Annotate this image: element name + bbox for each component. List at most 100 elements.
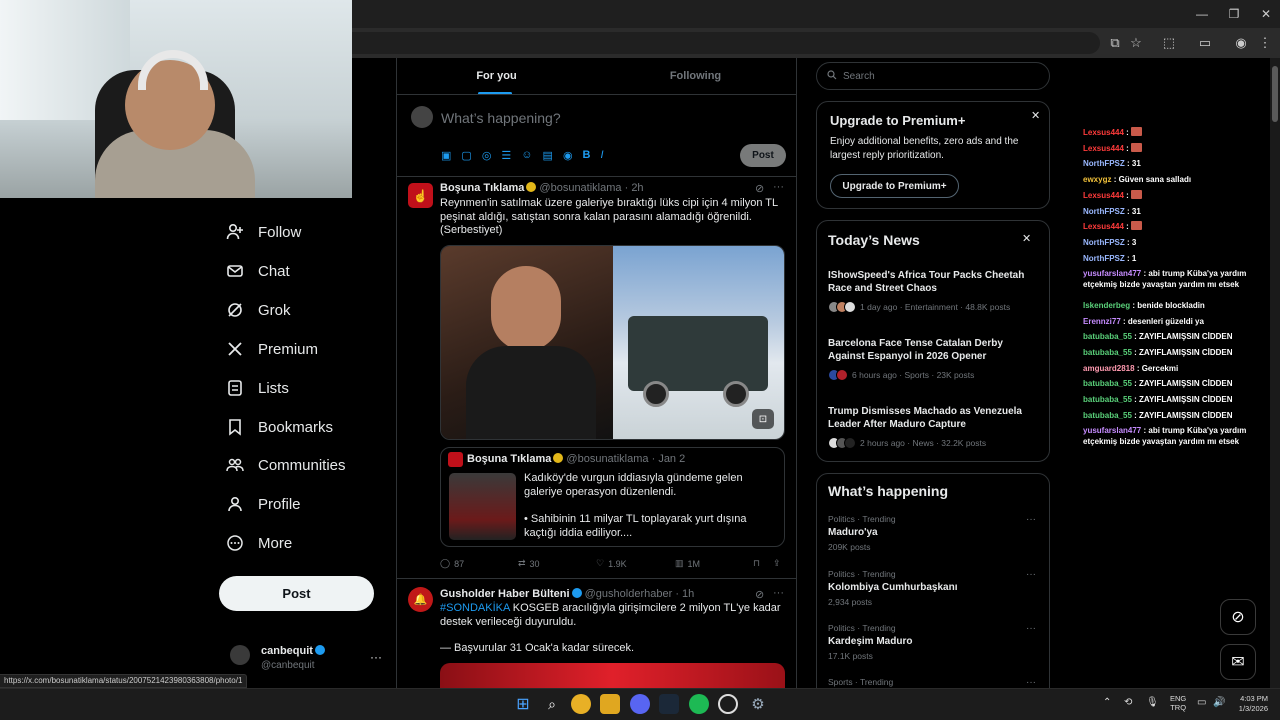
close-icon[interactable]: ✕	[1022, 232, 1031, 245]
nav-label: Bookmarks	[258, 418, 334, 436]
language-indicator[interactable]: ENG TRQ	[1170, 694, 1186, 712]
tweet-handle[interactable]: @gusholderhaber	[585, 588, 673, 600]
nav-grok[interactable]: Grok	[226, 295, 291, 325]
media-photo-left[interactable]	[441, 246, 613, 439]
composer-input[interactable]: What’s happening?	[441, 110, 561, 126]
italic-icon[interactable]: I	[601, 149, 604, 162]
emoji-icon[interactable]: ☺	[521, 149, 532, 162]
tab-for-you[interactable]: For you	[397, 58, 596, 94]
messages-float-button[interactable]: ✉	[1220, 644, 1256, 680]
post-button[interactable]: Post	[219, 576, 374, 611]
tweet-author[interactable]: Gusholder Haber Bülteni	[440, 588, 570, 600]
trend-name[interactable]: Kolombiya Cumhurbaşkanı	[828, 582, 957, 593]
network-icon[interactable]: ▭	[1197, 697, 1206, 708]
extensions-icon[interactable]: ⬚	[1160, 34, 1178, 52]
trend-more-icon[interactable]: ···	[1026, 569, 1036, 580]
search-input[interactable]: Search	[816, 62, 1050, 90]
chat-message: NorthFPSZ : 31	[1083, 206, 1263, 217]
grok-image-icon[interactable]: ⊡	[752, 409, 774, 429]
tweet-avatar[interactable]: 🔔	[408, 587, 433, 612]
tweet-time[interactable]: · 1h	[675, 588, 694, 600]
poll-icon[interactable]: ☰	[501, 149, 511, 162]
microphone-icon[interactable]: 🎙	[1146, 697, 1159, 708]
avatar[interactable]	[230, 645, 250, 665]
trend-more-icon[interactable]: ···	[1026, 677, 1036, 688]
close-icon[interactable]: ✕	[1031, 109, 1040, 122]
windows-start-icon[interactable]: ⊞	[513, 694, 533, 714]
tweet-author[interactable]: Boşuna Tıklama	[440, 182, 524, 194]
tweet-media[interactable]	[440, 663, 785, 688]
composer-post-button[interactable]: Post	[740, 144, 786, 167]
tab-following[interactable]: Following	[596, 58, 795, 94]
views-action[interactable]: ▥ 1M	[675, 558, 700, 569]
reply-action[interactable]: ◯ 87	[440, 558, 464, 569]
nav-label: Lists	[258, 379, 289, 397]
trend-more-icon[interactable]: ···	[1026, 514, 1036, 525]
grok-icon[interactable]: ◎	[482, 149, 492, 162]
tweet-media[interactable]: ⊡	[440, 245, 785, 440]
location-icon[interactable]: ◉	[563, 149, 573, 162]
repost-action[interactable]: ⇄ 30	[518, 558, 540, 569]
profile-avatar-icon[interactable]: ◉	[1232, 34, 1250, 52]
bold-icon[interactable]: B	[583, 149, 591, 162]
trend-name[interactable]: Maduro'ya	[828, 527, 878, 538]
schedule-icon[interactable]: ▤	[543, 149, 553, 162]
search-icon[interactable]: ⌕	[542, 694, 562, 714]
trend-posts: 2,934 posts	[828, 597, 872, 607]
add-user-icon	[226, 223, 244, 241]
trend-name[interactable]: Kardeşim Maduro	[828, 636, 912, 647]
grok-icon[interactable]: ⊘	[755, 588, 764, 601]
clock[interactable]: 4:03 PM 1/3/2026	[1232, 694, 1268, 714]
tweet-handle[interactable]: @bosunatiklama	[539, 182, 621, 194]
grok-float-button[interactable]: ⊘	[1220, 599, 1256, 635]
upgrade-premium-button[interactable]: Upgrade to Premium+	[830, 174, 959, 198]
scrollbar-thumb[interactable]	[1272, 66, 1278, 122]
minimize-button[interactable]: —	[1190, 6, 1214, 22]
nav-chat[interactable]: Chat	[226, 256, 290, 286]
nav-premium[interactable]: Premium	[226, 334, 318, 364]
nav-communities[interactable]: Communities	[226, 450, 346, 480]
bookmark-star-icon[interactable]: ☆	[1127, 34, 1145, 52]
grok-icon[interactable]: ⊘	[755, 182, 764, 195]
spotify-icon[interactable]	[689, 694, 709, 714]
settings-icon[interactable]: ⚙	[748, 694, 768, 714]
page-scrollbar[interactable]	[1270, 58, 1280, 688]
account-menu-icon[interactable]: ···	[370, 650, 382, 664]
chat-text: : Gercekmi	[1134, 363, 1179, 373]
bookmark-icon: ⊓	[753, 558, 761, 568]
nav-bookmarks[interactable]: Bookmarks	[226, 412, 333, 442]
nav-profile[interactable]: Profile	[226, 489, 301, 519]
restore-button[interactable]: ❐	[1222, 6, 1246, 22]
steam-icon[interactable]	[659, 694, 679, 714]
like-action[interactable]: ♡ 1.9K	[596, 558, 627, 569]
clock-time: 4:03 PM	[1240, 694, 1268, 703]
share-action[interactable]: ⇪	[773, 558, 781, 569]
trend-more-icon[interactable]: ···	[1026, 623, 1036, 634]
sync-icon[interactable]: ⟲	[1124, 697, 1132, 708]
news-item-title[interactable]: Trump Dismisses Machado as Venezuela Lea…	[828, 405, 1033, 431]
nav-more[interactable]: More	[226, 528, 292, 558]
sidepanel-icon[interactable]: ▭	[1196, 34, 1214, 52]
gif-icon[interactable]: ▢	[461, 149, 471, 162]
file-explorer-icon[interactable]	[600, 694, 620, 714]
tweet-avatar[interactable]: ☝	[408, 183, 433, 208]
address-bar[interactable]	[352, 32, 1100, 54]
image-icon[interactable]: ▣	[441, 149, 451, 162]
tweet-more-icon[interactable]: ···	[773, 181, 784, 193]
tray-chevron-icon[interactable]: ⌃	[1103, 697, 1111, 708]
install-app-icon[interactable]: ⧉	[1106, 34, 1124, 52]
nav-lists[interactable]: Lists	[226, 373, 289, 403]
news-item-title[interactable]: Barcelona Face Tense Catalan Derby Again…	[828, 337, 1033, 363]
tweet-time[interactable]: · 2h	[625, 182, 644, 194]
tweet-more-icon[interactable]: ···	[773, 587, 784, 599]
nav-follow[interactable]: Follow	[226, 217, 301, 247]
discord-icon[interactable]	[630, 694, 650, 714]
hashtag-link[interactable]: #SONDAKİKA	[440, 602, 510, 614]
bookmark-action[interactable]: ⊓	[753, 558, 760, 569]
volume-icon[interactable]: 🔊	[1213, 697, 1225, 708]
news-item-title[interactable]: IShowSpeed's Africa Tour Packs Cheetah R…	[828, 269, 1033, 295]
chrome-icon[interactable]	[571, 694, 591, 714]
close-window-button[interactable]: ✕	[1254, 6, 1278, 22]
obs-icon[interactable]	[718, 694, 738, 714]
browser-menu-icon[interactable]: ⋮	[1256, 34, 1274, 52]
